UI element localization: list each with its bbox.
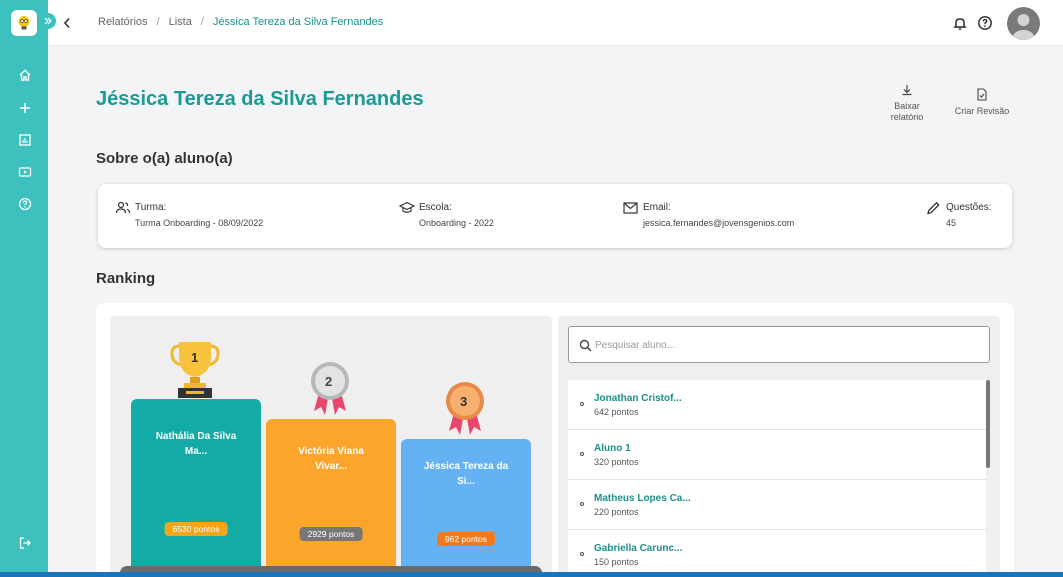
podium-first-name-line1: Nathália Da Silva [155, 431, 237, 442]
home-icon [19, 69, 31, 81]
chevron-left-icon [63, 17, 70, 29]
list-bullet [580, 452, 584, 456]
search-box [568, 326, 990, 363]
podium-first-points: 6530 pontos [164, 522, 228, 536]
sidebar-item-reports[interactable] [16, 131, 34, 149]
questoes-value: 45 [946, 218, 957, 228]
breadcrumb: Relatórios / Lista / Jéssica Tereza da S… [98, 16, 383, 28]
student-points: 642 pontos [594, 407, 639, 417]
podium-third-place-number: 3 [460, 394, 468, 409]
podium-first-place-number: 1 [191, 350, 199, 365]
breadcrumb-item-list[interactable]: Lista [169, 16, 192, 28]
sidebar [0, 0, 48, 577]
bronze-medal-icon [446, 382, 484, 435]
graduation-cap-icon [399, 201, 415, 213]
podium-area: 1 2 3 Nathália Da Silva Ma... 6530 ponto… [110, 316, 552, 577]
back-button[interactable] [60, 15, 74, 31]
bulb-logo-icon [18, 16, 30, 30]
mail-icon [623, 202, 638, 214]
turma-value: Turma Onboarding - 08/09/2022 [135, 218, 264, 228]
breadcrumb-item-current: Jéssica Tereza da Silva Fernandes [212, 16, 384, 28]
podium-third[interactable]: Jéssica Tereza da Si... 962 pontos [401, 439, 531, 577]
ranking-section-title: Ranking [96, 270, 156, 287]
list-item[interactable]: Aluno 1 320 pontos [568, 430, 986, 480]
avatar[interactable] [1007, 7, 1040, 40]
search-icon [579, 339, 592, 352]
podium-first[interactable]: Nathália Da Silva Ma... 6530 pontos [131, 399, 261, 577]
podium-second-place-number: 2 [325, 374, 333, 389]
sidebar-item-help[interactable] [16, 195, 34, 213]
student-info-card: Turma: Turma Onboarding - 08/09/2022 Esc… [98, 184, 1012, 248]
trophy-icon [170, 342, 220, 398]
list-bullet [580, 402, 584, 406]
logout-icon [19, 537, 31, 549]
list-bullet [580, 552, 584, 556]
student-name: Aluno 1 [594, 443, 631, 454]
page-title: Jéssica Tereza da Silva Fernandes [96, 88, 424, 110]
sidebar-item-home[interactable] [16, 66, 34, 84]
document-check-icon [977, 88, 987, 101]
help-icon [978, 16, 992, 30]
podium-second-name-line2: Vivar... [314, 461, 348, 472]
ranking-card: 1 2 3 Nathália Da Silva Ma... 6530 ponto… [96, 303, 1014, 577]
download-report-button[interactable]: Baixar relatório [884, 84, 930, 123]
podium-second[interactable]: Victória Viana Vivar... 2929 pontos [266, 419, 396, 577]
list-bullet [580, 502, 584, 506]
help-button[interactable] [977, 15, 993, 31]
student-name: Jonathan Cristof... [594, 393, 682, 404]
chart-icon [19, 134, 31, 146]
search-input[interactable] [595, 336, 975, 354]
podium-first-name-line2: Ma... [184, 446, 208, 457]
logout-button[interactable] [16, 534, 34, 552]
user-avatar-icon [1012, 14, 1035, 40]
pencil-icon [927, 201, 940, 215]
download-label-line1: Baixar [894, 101, 920, 111]
student-points: 150 pontos [594, 557, 639, 567]
help-icon [18, 197, 32, 211]
sidebar-expand-button[interactable] [40, 13, 56, 29]
sidebar-item-videos[interactable] [16, 163, 34, 181]
student-name: Matheus Lopes Ca... [594, 493, 691, 504]
student-points: 220 pontos [594, 507, 639, 517]
student-list-area: Jonathan Cristof... 642 pontos Aluno 1 3… [558, 316, 1000, 577]
silver-medal-icon [311, 362, 349, 415]
podium-second-points: 2929 pontos [299, 527, 363, 541]
student-name: Gabriella Carunc... [594, 543, 683, 554]
create-review-label: Criar Revisão [954, 106, 1010, 116]
bell-icon [953, 18, 967, 30]
download-icon [902, 85, 912, 96]
breadcrumb-item-reports[interactable]: Relatórios [98, 16, 148, 28]
about-section-title: Sobre o(a) aluno(a) [96, 150, 233, 167]
create-review-button[interactable]: Criar Revisão [950, 88, 1014, 117]
list-item[interactable]: Matheus Lopes Ca... 220 pontos [568, 480, 986, 530]
list-item[interactable]: Jonathan Cristof... 642 pontos [568, 380, 986, 430]
email-label: Email: [643, 202, 671, 213]
email-value: jessica.fernandes@jovensgenios.com [643, 218, 795, 228]
escola-value: Onboarding - 2022 [419, 218, 495, 228]
sidebar-item-add[interactable] [16, 99, 34, 117]
escola-label: Escola: [419, 202, 452, 213]
list-scrollbar[interactable] [986, 380, 990, 468]
bottom-strip [0, 572, 1063, 577]
users-icon [115, 201, 131, 214]
student-list: Jonathan Cristof... 642 pontos Aluno 1 3… [568, 380, 986, 577]
logo[interactable] [11, 10, 37, 36]
turma-label: Turma: [135, 202, 167, 213]
podium-third-name-line2: Si... [457, 476, 475, 487]
video-icon [18, 167, 32, 177]
student-points: 320 pontos [594, 457, 639, 467]
notifications-button[interactable] [952, 15, 968, 31]
breadcrumb-separator: / [156, 16, 160, 28]
podium-third-name-line1: Jéssica Tereza da [423, 461, 509, 472]
breadcrumb-separator: / [200, 16, 204, 28]
podium-third-points: 962 pontos [436, 532, 496, 546]
podium-second-name-line1: Victória Viana [298, 446, 364, 457]
double-chevron-right-icon [44, 17, 52, 25]
topbar: Relatórios / Lista / Jéssica Tereza da S… [48, 0, 1063, 46]
plus-icon [20, 103, 30, 113]
download-label-line2: relatório [890, 112, 924, 122]
questoes-label: Questões: [946, 202, 992, 213]
list-item[interactable]: Gabriella Carunc... 150 pontos [568, 530, 986, 577]
